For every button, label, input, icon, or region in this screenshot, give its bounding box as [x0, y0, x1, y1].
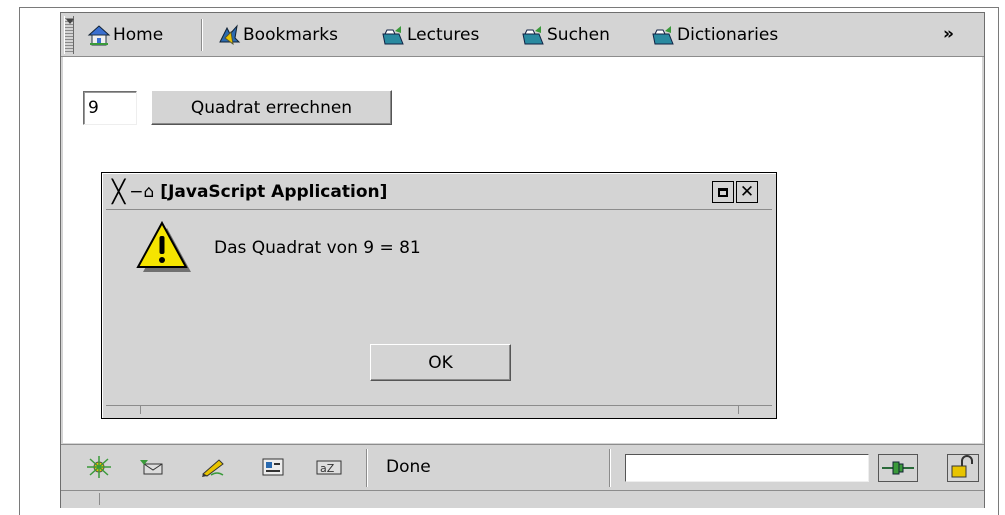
toolbar-suchen-label: Suchen: [547, 25, 610, 45]
toolbar-suchen[interactable]: Suchen: [521, 22, 610, 48]
mail-icon[interactable]: [137, 456, 163, 478]
security-lock-icon[interactable]: [947, 454, 979, 482]
toolbar-bookmarks-label: Bookmarks: [243, 25, 338, 45]
ok-button[interactable]: OK: [370, 344, 511, 381]
svg-text:aZ: aZ: [320, 462, 335, 475]
quadrat-errechnen-button[interactable]: Quadrat errechnen: [151, 90, 392, 125]
collapse-triangle-icon[interactable]: [66, 19, 74, 24]
toolbar-home-label: Home: [113, 25, 164, 45]
pin-icon[interactable]: −⌂: [129, 182, 154, 202]
close-button[interactable]: ✕: [736, 181, 758, 203]
online-plug-icon[interactable]: [878, 454, 918, 482]
progress-bar: [625, 454, 869, 482]
strip-divider: [99, 493, 100, 505]
maximize-button[interactable]: [712, 181, 734, 203]
dialog-title: [JavaScript Application]: [160, 182, 388, 202]
status-bar: aZ Done: [61, 444, 984, 490]
close-icon: ✕: [739, 182, 755, 202]
status-text: Done: [386, 457, 431, 477]
status-separator: [609, 449, 611, 487]
toolbar-dictionaries-label: Dictionaries: [677, 25, 779, 45]
address-book-icon[interactable]: [259, 456, 285, 478]
dialog-message: Das Quadrat von 9 = 81: [214, 238, 421, 258]
folder-icon: [521, 24, 545, 46]
composer-icon[interactable]: [199, 456, 225, 478]
toolbar-lectures[interactable]: Lectures: [381, 22, 479, 48]
dialog-body: Das Quadrat von 9 = 81 OK: [106, 209, 772, 405]
home-icon: [87, 24, 111, 46]
warning-icon: [134, 220, 194, 276]
dialog-titlebar[interactable]: ╳ −⌂ [JavaScript Application]: [104, 175, 774, 209]
maximize-icon: [718, 187, 728, 197]
status-separator: [366, 449, 368, 487]
toolbar-separator: [201, 19, 203, 51]
personal-toolbar: Home Bookmarks Lectures Suchen Dictionar…: [61, 13, 984, 57]
dialog-resize-mark[interactable]: [140, 406, 141, 414]
toolbar-dictionaries[interactable]: Dictionaries: [651, 22, 778, 48]
toolbar-lectures-label: Lectures: [407, 25, 480, 45]
chat-icon[interactable]: aZ: [315, 456, 342, 478]
toolbar-overflow-chevron[interactable]: »: [943, 24, 954, 44]
bottom-strip: [61, 490, 984, 508]
alert-dialog: ╳ −⌂ [JavaScript Application] ✕ Das Quad…: [101, 172, 777, 419]
bookmarks-icon: [217, 24, 241, 46]
folder-icon: [651, 24, 675, 46]
dialog-bottom-edge: [106, 405, 772, 416]
toolbar-bookmarks[interactable]: Bookmarks: [217, 22, 338, 48]
folder-icon: [381, 24, 405, 46]
dialog-resize-mark[interactable]: [738, 406, 739, 414]
x-window-icon[interactable]: ╳: [112, 180, 125, 205]
number-input[interactable]: [83, 91, 137, 125]
toolbar-home[interactable]: Home: [87, 22, 163, 48]
navigator-icon[interactable]: [85, 456, 111, 478]
